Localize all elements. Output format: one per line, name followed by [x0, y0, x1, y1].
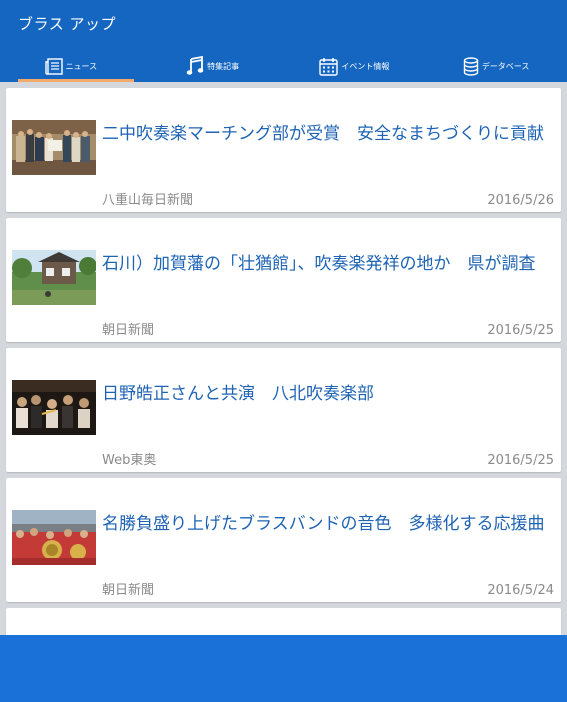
news-card[interactable]: 石川）加賀藩の「壮猶館」、吹奏楽発祥の地か 県が調査 朝日新聞 2016/5/2… [6, 218, 561, 342]
tab-features[interactable]: 特集記事 [142, 50, 284, 82]
news-source: 八重山毎日新聞 [102, 193, 194, 208]
news-card[interactable]: 日野皓正さんと共演 八北吹奏楽部 Web東奥 2016/5/25 [6, 348, 561, 472]
news-date: 2016/5/26 [487, 193, 554, 208]
tab-news[interactable]: ニュース [0, 50, 142, 82]
bottom-bar [0, 635, 567, 702]
news-card[interactable]: 二中吹奏楽マーチング部が受賞 安全なまちづくりに貢献 八重山毎日新聞 2016/… [6, 88, 561, 212]
newspaper-icon [44, 57, 63, 75]
app-title: ブラス アップ [18, 15, 116, 33]
news-card[interactable] [6, 608, 561, 635]
tab-database[interactable]: データベース [425, 50, 567, 82]
tab-events-label: イベント情報 [341, 61, 390, 71]
news-headline[interactable]: 日野皓正さんと共演 八北吹奏楽部 [102, 383, 552, 405]
news-source: 朝日新聞 [102, 583, 155, 598]
news-source: Web東奥 [102, 453, 157, 468]
news-headline[interactable]: 石川）加賀藩の「壮猶館」、吹奏楽発祥の地か 県が調査 [102, 253, 552, 275]
news-thumbnail [12, 510, 96, 565]
tab-news-label: ニュース [65, 61, 98, 71]
news-thumbnail [12, 380, 96, 435]
news-thumbnail [12, 120, 96, 175]
tab-database-label: データベース [481, 61, 530, 71]
tab-bar: ニュース 特集記事 イベント情報 データベース [0, 50, 567, 82]
calendar-icon [319, 57, 339, 76]
news-list[interactable]: 二中吹奏楽マーチング部が受賞 安全なまちづくりに貢献 八重山毎日新聞 2016/… [0, 82, 567, 635]
news-headline[interactable]: 名勝負盛り上げたブラスバンドの音色 多様化する応援曲 [102, 513, 552, 535]
news-source: 朝日新聞 [102, 323, 155, 338]
tab-events[interactable]: イベント情報 [284, 50, 426, 82]
news-card[interactable]: 名勝負盛り上げたブラスバンドの音色 多様化する応援曲 朝日新聞 2016/5/2… [6, 478, 561, 602]
music-note-icon [186, 56, 204, 76]
news-headline[interactable]: 二中吹奏楽マーチング部が受賞 安全なまちづくりに貢献 [102, 123, 552, 145]
database-icon [463, 56, 479, 76]
tab-features-label: 特集記事 [207, 61, 240, 71]
news-date: 2016/5/25 [487, 323, 554, 338]
news-date: 2016/5/25 [487, 453, 554, 468]
news-date: 2016/5/24 [487, 583, 554, 598]
news-thumbnail [12, 250, 96, 305]
app-bar: ブラス アップ ニュース 特集記事 イベント情報 データベース [0, 0, 567, 82]
